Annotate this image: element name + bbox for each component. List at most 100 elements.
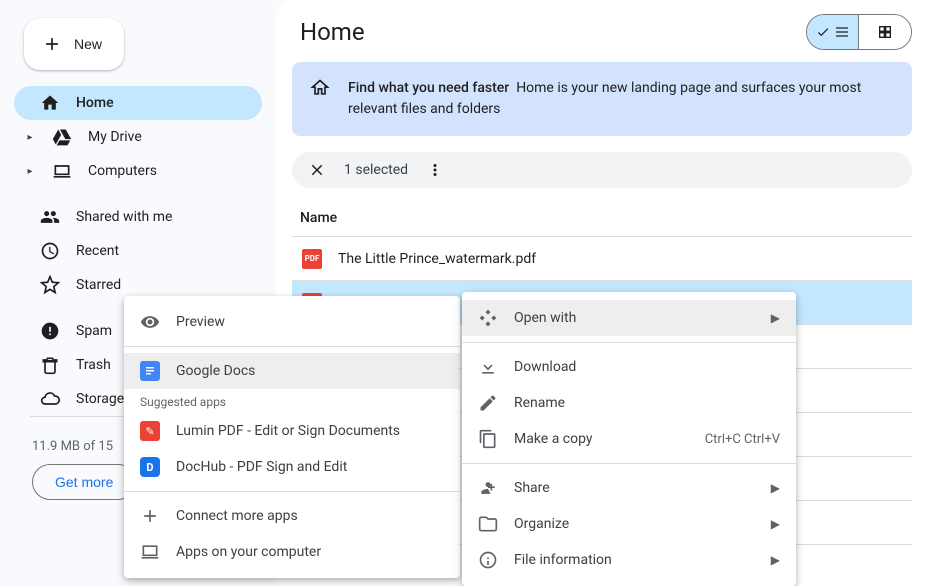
submenu-preview[interactable]: Preview (124, 304, 460, 340)
dochub-icon: D (140, 457, 160, 477)
menu-label: File information (514, 552, 755, 568)
submenu-connect-apps[interactable]: Connect more apps (124, 498, 460, 534)
menu-label: Rename (514, 395, 780, 411)
chevron-right-icon: ▶ (771, 517, 780, 531)
sidebar-item-mydrive[interactable]: ▸ My Drive (14, 120, 262, 154)
divider (124, 491, 460, 492)
plus-icon (42, 34, 62, 54)
more-vert-icon (426, 161, 444, 179)
expand-caret-icon[interactable]: ▸ (24, 132, 36, 143)
more-actions-button[interactable] (424, 159, 446, 181)
menu-label: Preview (176, 314, 444, 330)
laptop-icon (140, 542, 160, 562)
submenu-google-docs[interactable]: Google Docs (124, 353, 460, 389)
clear-selection-button[interactable] (306, 159, 328, 181)
sidebar-item-label: Computers (88, 163, 157, 179)
sidebar-item-label: Home (76, 95, 114, 111)
chevron-right-icon: ▶ (771, 481, 780, 495)
eye-icon (140, 312, 160, 332)
submenu-lumin[interactable]: ✎ Lumin PDF - Edit or Sign Documents (124, 413, 460, 449)
sidebar-item-computers[interactable]: ▸ Computers (14, 154, 262, 188)
rename-icon (478, 393, 498, 413)
banner-text: Find what you need faster Home is your n… (348, 78, 894, 120)
menu-share[interactable]: Share ▶ (462, 470, 796, 506)
file-name: The Little Prince_watermark.pdf (338, 251, 536, 267)
main-header: Home (276, 14, 928, 62)
context-menu: Open with ▶ Download Rename Make a copy … (462, 292, 796, 586)
column-header-name[interactable]: Name (292, 200, 912, 237)
sidebar-item-label: Starred (76, 277, 121, 293)
menu-download[interactable]: Download (462, 349, 796, 385)
menu-label: Google Docs (176, 363, 444, 379)
menu-label: DocHub - PDF Sign and Edit (176, 459, 444, 475)
menu-label: Make a copy (514, 431, 689, 447)
home-outline-icon (310, 78, 330, 98)
info-banner: Find what you need faster Home is your n… (292, 62, 912, 136)
menu-make-copy[interactable]: Make a copy Ctrl+C Ctrl+V (462, 421, 796, 457)
banner-bold: Find what you need faster (348, 80, 509, 96)
drive-icon (52, 127, 72, 147)
menu-label: Open with (514, 310, 755, 326)
get-more-storage-button[interactable]: Get more (32, 464, 136, 500)
menu-label: Connect more apps (176, 508, 444, 524)
sidebar-item-home[interactable]: Home (14, 86, 262, 120)
list-icon (834, 24, 850, 40)
menu-open-with[interactable]: Open with ▶ (462, 300, 796, 336)
spam-icon (40, 321, 60, 341)
download-icon (478, 357, 498, 377)
shared-icon (40, 207, 60, 227)
google-docs-icon (140, 361, 160, 381)
menu-label: Organize (514, 516, 755, 532)
file-row[interactable]: PDF The Little Prince_watermark.pdf (292, 237, 912, 281)
sidebar-item-label: Spam (76, 323, 112, 339)
list-view-button[interactable] (807, 15, 859, 49)
view-toggle (806, 14, 912, 50)
trash-icon (40, 355, 60, 375)
expand-caret-icon[interactable]: ▸ (24, 166, 36, 177)
star-icon (40, 275, 60, 295)
pdf-icon: PDF (302, 249, 322, 269)
chevron-right-icon: ▶ (771, 311, 780, 325)
sidebar-item-shared[interactable]: Shared with me (14, 200, 262, 234)
copy-icon (478, 429, 498, 449)
plus-icon (140, 506, 160, 526)
selection-bar: 1 selected (292, 152, 912, 188)
menu-organize[interactable]: Organize ▶ (462, 506, 796, 542)
recent-icon (40, 241, 60, 261)
sidebar-item-label: Shared with me (76, 209, 172, 225)
menu-label: Lumin PDF - Edit or Sign Documents (176, 423, 444, 439)
open-with-icon (478, 308, 498, 328)
computers-icon (52, 161, 72, 181)
close-icon (308, 161, 326, 179)
open-with-submenu: Preview Google Docs Suggested apps ✎ Lum… (124, 296, 460, 578)
submenu-heading: Suggested apps (124, 389, 460, 413)
sidebar-item-label: My Drive (88, 129, 142, 145)
menu-file-info[interactable]: File information ▶ (462, 542, 796, 578)
folder-icon (478, 514, 498, 534)
new-button[interactable]: New (24, 18, 124, 70)
sidebar-item-label: Trash (76, 357, 111, 373)
selection-count: 1 selected (344, 162, 408, 178)
sidebar-item-label: Storage (76, 391, 124, 407)
submenu-apps-on-computer[interactable]: Apps on your computer (124, 534, 460, 570)
share-icon (478, 478, 498, 498)
home-icon (40, 93, 60, 113)
page-title: Home (300, 18, 365, 46)
sidebar-item-recent[interactable]: Recent (14, 234, 262, 268)
divider (124, 346, 460, 347)
menu-shortcut: Ctrl+C Ctrl+V (705, 432, 780, 447)
menu-rename[interactable]: Rename (462, 385, 796, 421)
check-icon (816, 25, 830, 39)
menu-label: Share (514, 480, 755, 496)
menu-label: Apps on your computer (176, 544, 444, 560)
chevron-right-icon: ▶ (771, 553, 780, 567)
divider (462, 342, 796, 343)
grid-icon (877, 24, 893, 40)
info-icon (478, 550, 498, 570)
lumin-icon: ✎ (140, 421, 160, 441)
cloud-icon (40, 389, 60, 409)
sidebar-item-label: Recent (76, 243, 119, 259)
submenu-dochub[interactable]: D DocHub - PDF Sign and Edit (124, 449, 460, 485)
menu-label: Download (514, 359, 780, 375)
grid-view-button[interactable] (859, 15, 911, 49)
